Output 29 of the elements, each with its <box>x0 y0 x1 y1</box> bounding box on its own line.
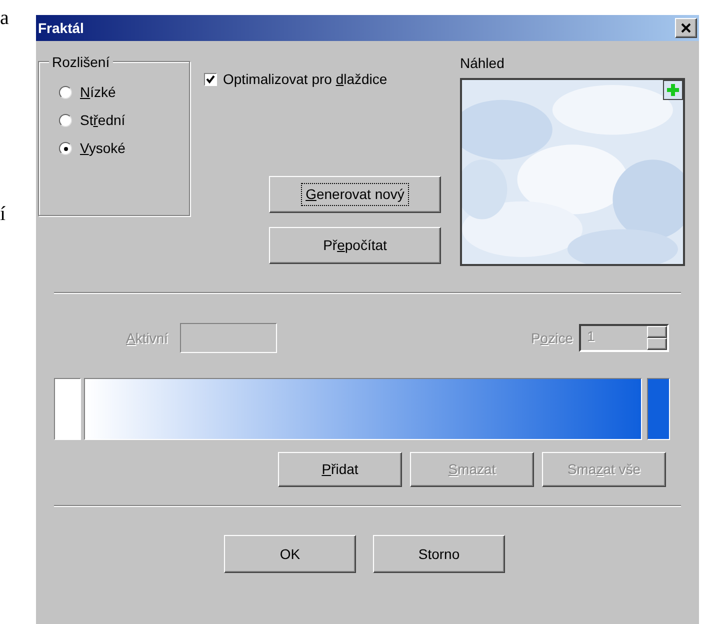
close-button[interactable] <box>675 18 697 38</box>
color-stop[interactable] <box>647 378 670 440</box>
radio-button[interactable] <box>59 114 72 127</box>
checkbox[interactable] <box>204 73 217 86</box>
dialog-button[interactable]: Přepočítat <box>269 227 441 264</box>
radio-button[interactable] <box>59 86 72 99</box>
radio-option[interactable]: Střední <box>59 110 189 131</box>
background-text: í <box>0 204 7 224</box>
field-label: Pozice <box>530 328 573 348</box>
radio-button[interactable] <box>59 142 72 155</box>
color-stop[interactable] <box>54 378 81 440</box>
dialog-button[interactable]: OK <box>224 535 356 573</box>
spin-up-button[interactable] <box>647 326 667 338</box>
close-icon <box>681 23 691 33</box>
preview-label: Náhled <box>460 54 506 73</box>
active-field[interactable] <box>180 323 278 353</box>
spin-down-button[interactable] <box>647 338 667 350</box>
dialog-button[interactable]: Storno <box>373 535 505 573</box>
checkbox-label: Optimalizovat pro dlaždice <box>223 70 388 89</box>
radio-option[interactable]: Vysoké <box>59 138 189 159</box>
zoom-button[interactable] <box>663 80 683 100</box>
plus-icon <box>666 83 680 97</box>
dialog-button[interactable]: Generovat nový <box>269 176 441 213</box>
radio-option[interactable]: Nízké <box>59 82 189 103</box>
dialog-button[interactable]: Přidat <box>278 452 402 487</box>
spinner-value: 1 <box>586 327 596 346</box>
window-title: Fraktál <box>38 18 84 38</box>
field-label: Aktivní <box>126 328 168 348</box>
background-text: a <box>0 8 10 28</box>
